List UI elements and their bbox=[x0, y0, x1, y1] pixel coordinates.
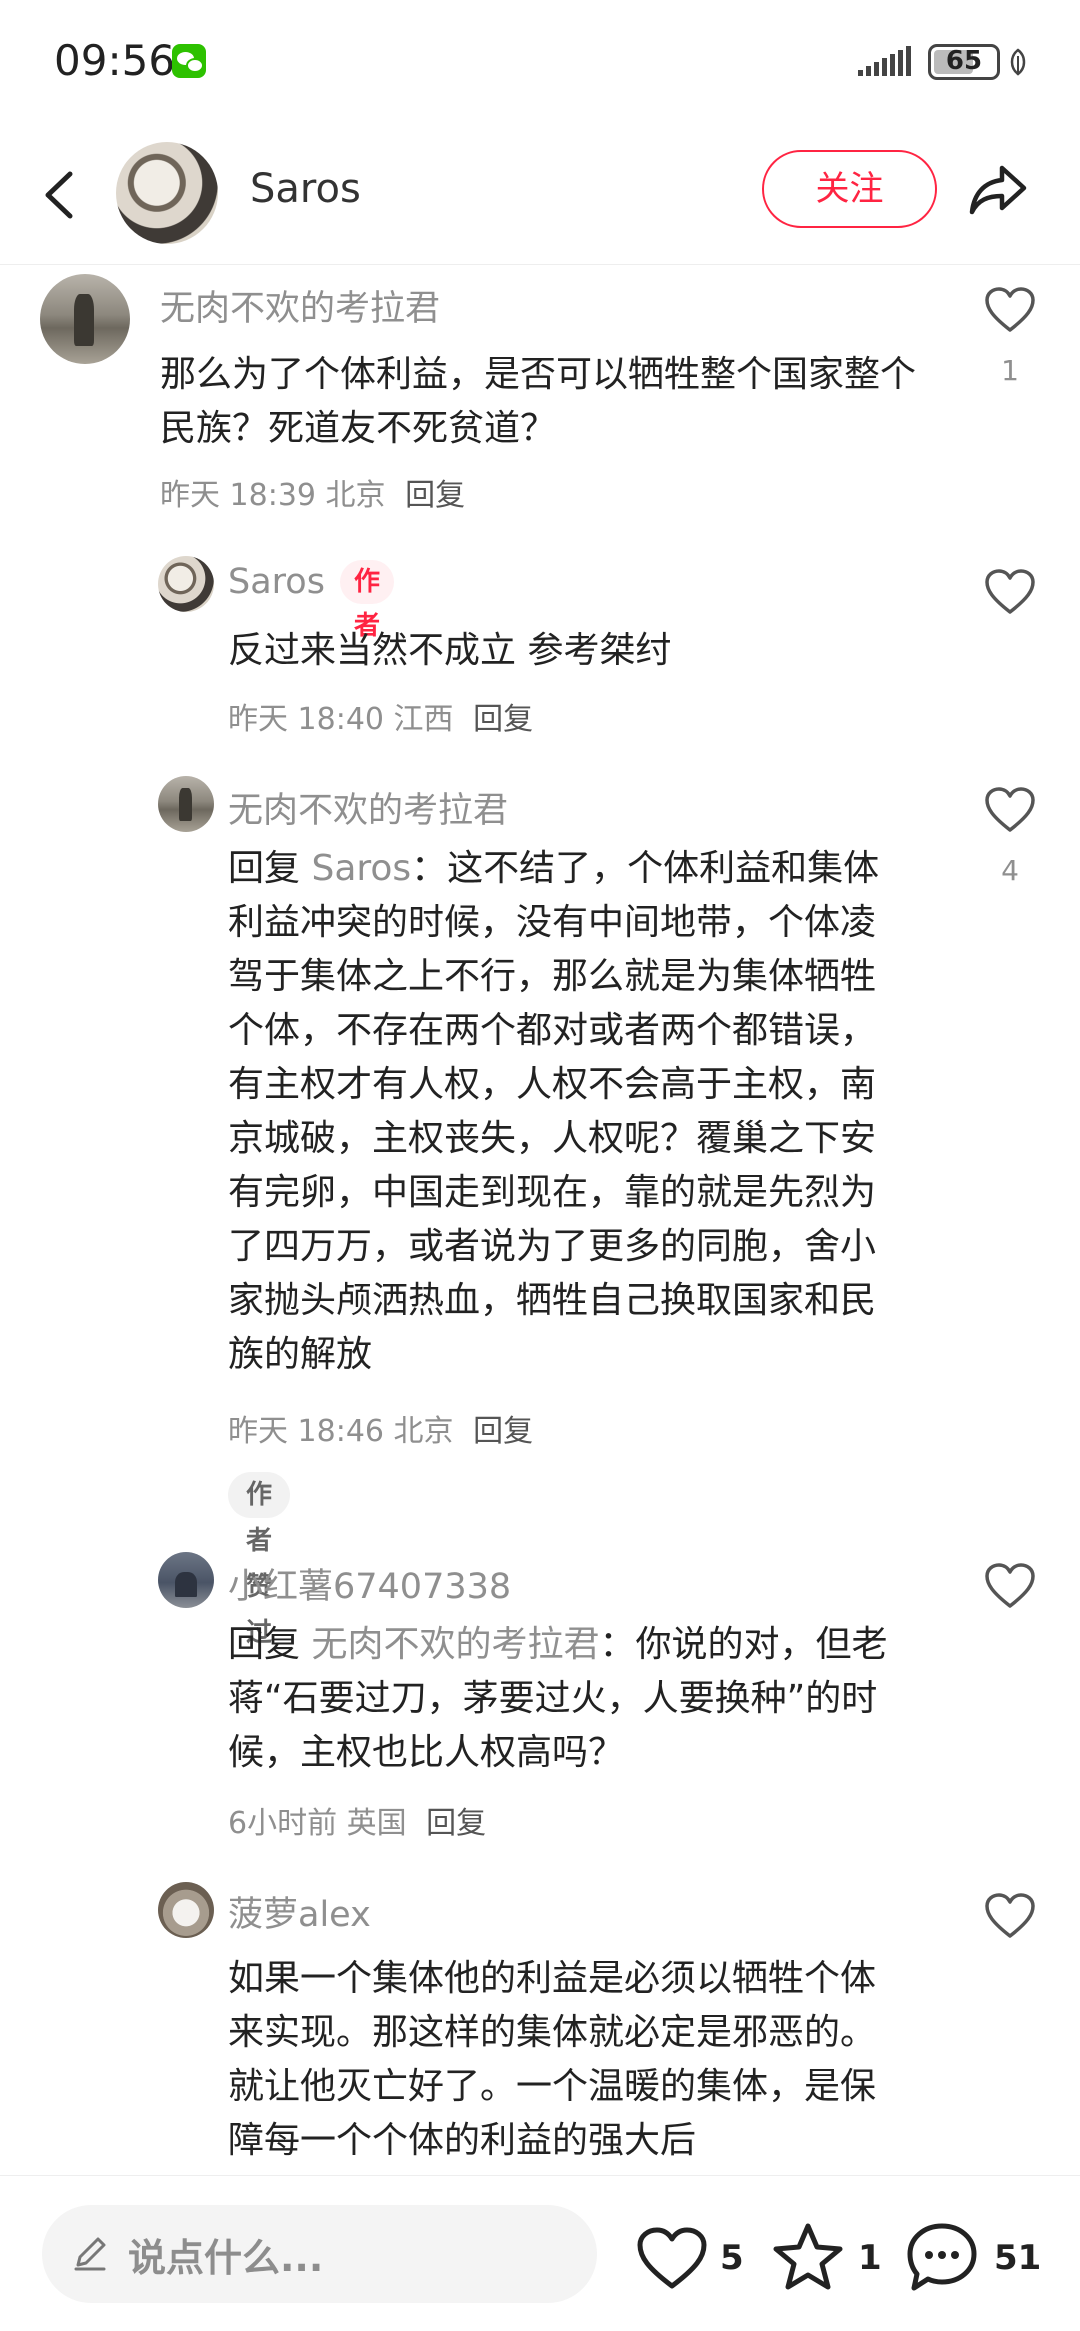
signal-icon bbox=[858, 46, 911, 76]
reply-prefix: 回复 bbox=[228, 848, 301, 889]
comment-input-placeholder: 说点什么... bbox=[128, 2236, 324, 2280]
status-time: 09:56 bbox=[54, 36, 176, 85]
like-heart-icon[interactable] bbox=[984, 1562, 1036, 1610]
share-icon[interactable] bbox=[966, 158, 1030, 222]
reply-button[interactable]: 回复 bbox=[473, 702, 533, 737]
like-heart-icon[interactable] bbox=[984, 286, 1036, 334]
reply-prefix: 回复 bbox=[228, 1624, 301, 1665]
follow-button[interactable]: 关注 bbox=[762, 150, 937, 228]
comment-author[interactable]: 无肉不欢的考拉君 bbox=[228, 782, 508, 833]
comment-input[interactable]: 说点什么... bbox=[42, 2205, 597, 2303]
comment-count: 51 bbox=[994, 2238, 1042, 2278]
like-heart-icon[interactable] bbox=[984, 786, 1036, 834]
author-badge: 作者 bbox=[340, 560, 395, 641]
back-arrow-icon[interactable] bbox=[34, 160, 84, 230]
comment-meta: 昨天 18:40 江西 回复 bbox=[228, 694, 533, 738]
pen-icon bbox=[74, 2237, 106, 2271]
reply-button[interactable]: 回复 bbox=[473, 1414, 533, 1449]
like-count: 1 bbox=[1001, 354, 1019, 387]
comment-meta: 昨天 18:46 北京 回复 bbox=[228, 1406, 533, 1450]
status-bar: 09:56 65 bbox=[0, 0, 1080, 130]
commenter-avatar[interactable] bbox=[158, 556, 214, 612]
comment-author[interactable]: 无肉不欢的考拉君 bbox=[160, 280, 440, 331]
comment-text: 反过来当然不成立 参考桀纣 bbox=[228, 630, 672, 671]
comment-author[interactable]: 小红薯67407338 bbox=[228, 1558, 511, 1609]
power-saving-leaf-icon bbox=[1010, 48, 1026, 76]
like-count: 4 bbox=[1001, 854, 1019, 887]
commenter-avatar[interactable] bbox=[40, 274, 130, 364]
wechat-notification-icon bbox=[172, 44, 206, 78]
reply-button[interactable]: 回复 bbox=[405, 478, 465, 513]
comment-text: 回复 无肉不欢的考拉君：你说的对，但老蒋“石要过刀，茅要过火，人要换种”的时候，… bbox=[228, 1618, 928, 1780]
user-name[interactable]: Saros bbox=[250, 166, 361, 212]
battery-icon: 65 bbox=[928, 44, 1000, 80]
like-count: 5 bbox=[720, 2238, 744, 2278]
battery-level: 65 bbox=[945, 46, 983, 76]
author-liked-badge: 作者赞过 bbox=[228, 1472, 291, 1648]
header: Saros 关注 bbox=[0, 130, 1080, 265]
comment-text: 那么为了个体利益，是否可以牺牲整个国家整个民族？死道友不死贫道？ bbox=[160, 354, 917, 449]
comment-author[interactable]: Saros bbox=[228, 562, 325, 602]
comment-text: 回复 Saros：这不结了，个体利益和集体利益冲突的时候，没有中间地带，个体凌驾… bbox=[228, 842, 908, 1382]
comment-meta: 昨天 18:39 北京 回复 bbox=[160, 470, 465, 514]
comment-meta: 6小时前 英国 回复 bbox=[228, 1798, 486, 1842]
reply-target-name[interactable]: 无肉不欢的考拉君 bbox=[311, 1624, 599, 1665]
collect-star-icon[interactable] bbox=[772, 2222, 844, 2292]
like-heart-icon[interactable] bbox=[984, 1892, 1036, 1940]
comment-time-location: 6小时前 英国 bbox=[228, 1806, 407, 1841]
reply-target-name[interactable]: Saros bbox=[311, 848, 411, 889]
comment-time-location: 昨天 18:40 江西 bbox=[228, 702, 454, 737]
comment-text: 如果一个集体他的利益是必须以牺牲个体来实现。那这样的集体就必定是邪恶的。就让他灭… bbox=[228, 1958, 877, 2161]
comment-time-location: 昨天 18:39 北京 bbox=[160, 478, 386, 513]
collect-count: 1 bbox=[858, 2238, 882, 2278]
comment-bubble-icon[interactable] bbox=[904, 2220, 980, 2294]
comment-body: ：这不结了，个体利益和集体利益冲突的时候，没有中间地带，个体凌驾于集体之上不行，… bbox=[228, 848, 880, 1375]
comment-author[interactable]: 菠萝alex bbox=[228, 1886, 371, 1937]
commenter-avatar[interactable] bbox=[158, 1552, 214, 1608]
comment-time-location: 昨天 18:46 北京 bbox=[228, 1414, 454, 1449]
user-avatar[interactable] bbox=[116, 142, 218, 244]
bottom-bar: 说点什么... 5 1 51 bbox=[0, 2175, 1080, 2331]
like-heart-icon[interactable] bbox=[984, 568, 1036, 616]
reply-button[interactable]: 回复 bbox=[426, 1806, 486, 1841]
commenter-avatar[interactable] bbox=[158, 1882, 214, 1938]
like-heart-icon[interactable] bbox=[636, 2226, 708, 2292]
commenter-avatar[interactable] bbox=[158, 776, 214, 832]
